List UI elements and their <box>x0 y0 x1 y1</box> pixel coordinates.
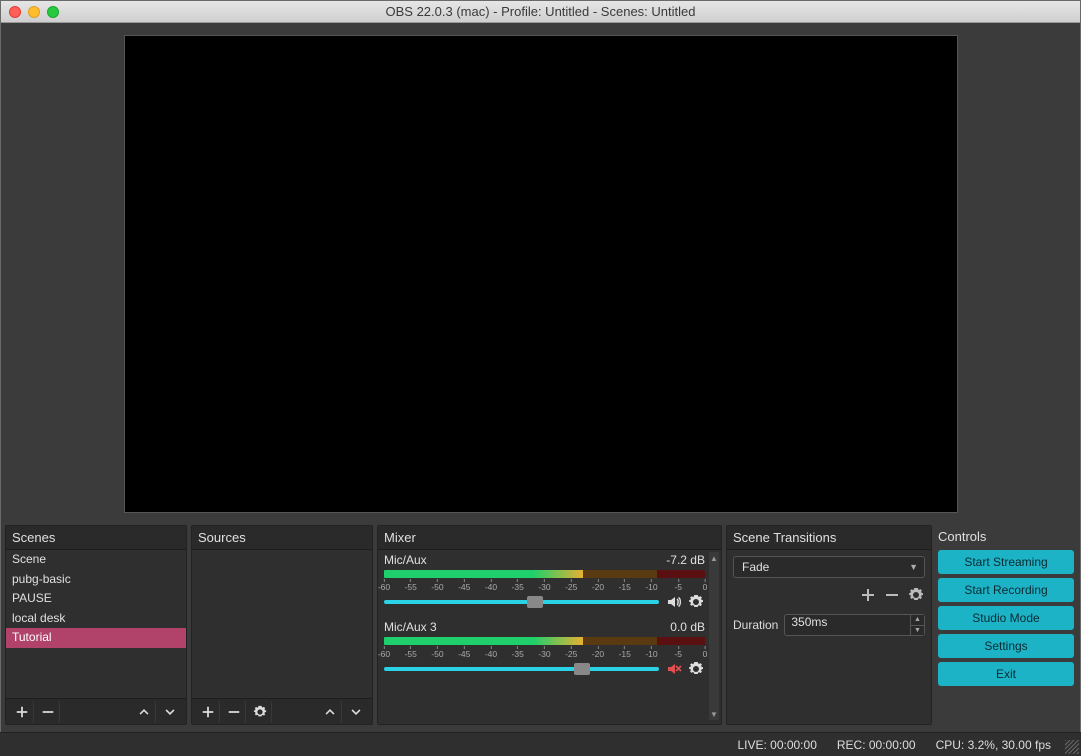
db-scale: -60-55-50-45-40-35-30-25-20-15-10-50 <box>384 646 705 658</box>
scene-item[interactable]: PAUSE <box>6 589 186 609</box>
scroll-up-icon[interactable]: ▲ <box>709 552 719 564</box>
transition-select[interactable]: Fade ▼ <box>733 556 925 578</box>
channel-name: Mic/Aux <box>384 553 427 567</box>
controls-panel: Controls Start Streaming Start Recording S… <box>936 525 1076 725</box>
sources-header: Sources <box>192 526 372 550</box>
start-streaming-button[interactable]: Start Streaming <box>938 550 1074 574</box>
settings-button[interactable]: Settings <box>938 634 1074 658</box>
chevron-down-icon <box>350 706 362 718</box>
status-live: LIVE: 00:00:00 <box>737 738 816 752</box>
mixer-scrollbar[interactable]: ▲ ▼ <box>709 552 719 720</box>
studio-mode-button[interactable]: Studio Mode <box>938 606 1074 630</box>
preview-canvas[interactable] <box>125 36 957 512</box>
scene-move-up-button[interactable] <box>132 701 156 723</box>
volume-slider[interactable] <box>384 667 659 671</box>
scenes-list[interactable]: Scenepubg-basicPAUSElocal deskTutorial <box>6 550 186 698</box>
duration-label: Duration <box>733 618 778 632</box>
scene-remove-button[interactable] <box>36 701 60 723</box>
level-meter <box>384 637 705 645</box>
source-move-down-button[interactable] <box>344 701 368 723</box>
sources-panel: Sources <box>191 525 373 725</box>
titlebar: OBS 22.0.3 (mac) - Profile: Untitled - S… <box>1 1 1080 23</box>
minus-icon <box>884 587 900 603</box>
channel-name: Mic/Aux 3 <box>384 620 437 634</box>
channel-db: -7.2 dB <box>666 553 705 567</box>
transitions-panel: Scene Transitions Fade ▼ Duration 350ms … <box>726 525 932 725</box>
volume-slider[interactable] <box>384 600 659 604</box>
mixer-body: Mic/Aux -7.2 dB -60-55-50-45-40-35-30-25-2… <box>378 550 721 724</box>
mixer-header: Mixer <box>378 526 721 550</box>
speaker-icon[interactable] <box>665 593 683 611</box>
mixer-channel: Mic/Aux -7.2 dB -60-55-50-45-40-35-30-25-2… <box>384 552 705 611</box>
source-remove-button[interactable] <box>222 701 246 723</box>
source-move-up-button[interactable] <box>318 701 342 723</box>
dropdown-caret-icon: ▼ <box>909 562 918 572</box>
exit-button[interactable]: Exit <box>938 662 1074 686</box>
channel-db: 0.0 dB <box>670 620 705 634</box>
gear-icon <box>253 705 267 719</box>
status-bar: LIVE: 00:00:00 REC: 00:00:00 CPU: 3.2%, … <box>0 732 1081 756</box>
window-title: OBS 22.0.3 (mac) - Profile: Untitled - S… <box>9 4 1072 19</box>
scenes-toolbar <box>6 698 186 724</box>
gear-icon <box>908 587 924 603</box>
mixer-panel: Mixer Mic/Aux -7.2 dB -60-55-50-45-40-35-3… <box>377 525 722 725</box>
transitions-header: Scene Transitions <box>727 526 931 550</box>
sources-list[interactable] <box>192 550 372 698</box>
scenes-panel: Scenes Scenepubg-basicPAUSElocal deskTut… <box>5 525 187 725</box>
transition-properties-button[interactable] <box>907 586 925 604</box>
duration-value[interactable]: 350ms <box>784 614 911 636</box>
channel-settings-button[interactable] <box>687 660 705 678</box>
scene-item[interactable]: pubg-basic <box>6 570 186 590</box>
chevron-up-icon <box>138 706 150 718</box>
status-rec: REC: 00:00:00 <box>837 738 916 752</box>
plus-icon <box>15 705 29 719</box>
scene-item[interactable]: local desk <box>6 609 186 629</box>
mixer-channel: Mic/Aux 3 0.0 dB -60-55-50-45-40-35-30-25-… <box>384 619 705 678</box>
channel-settings-button[interactable] <box>687 593 705 611</box>
duration-step-up[interactable]: ▲ <box>911 615 924 626</box>
preview-area <box>1 23 1080 525</box>
sources-toolbar <box>192 698 372 724</box>
speaker-muted-icon[interactable] <box>665 660 683 678</box>
transition-remove-button[interactable] <box>883 586 901 604</box>
transition-selected-label: Fade <box>742 560 769 574</box>
level-meter <box>384 570 705 578</box>
status-cpu: CPU: 3.2%, 30.00 fps <box>936 738 1051 752</box>
source-add-button[interactable] <box>196 701 220 723</box>
resize-grip[interactable] <box>1065 740 1079 754</box>
scroll-down-icon[interactable]: ▼ <box>709 708 719 720</box>
duration-spinner[interactable]: 350ms ▲ ▼ <box>784 614 925 636</box>
start-recording-button[interactable]: Start Recording <box>938 578 1074 602</box>
plus-icon <box>201 705 215 719</box>
minus-icon <box>227 705 241 719</box>
scene-add-button[interactable] <box>10 701 34 723</box>
scene-item[interactable]: Tutorial <box>6 628 186 648</box>
chevron-down-icon <box>164 706 176 718</box>
db-scale: -60-55-50-45-40-35-30-25-20-15-10-50 <box>384 579 705 591</box>
transition-add-button[interactable] <box>859 586 877 604</box>
chevron-up-icon <box>324 706 336 718</box>
scene-move-down-button[interactable] <box>158 701 182 723</box>
scene-item[interactable]: Scene <box>6 550 186 570</box>
duration-step-down[interactable]: ▼ <box>911 626 924 636</box>
minus-icon <box>41 705 55 719</box>
controls-header: Controls <box>936 525 1076 548</box>
plus-icon <box>860 587 876 603</box>
source-properties-button[interactable] <box>248 701 272 723</box>
scenes-header: Scenes <box>6 526 186 550</box>
